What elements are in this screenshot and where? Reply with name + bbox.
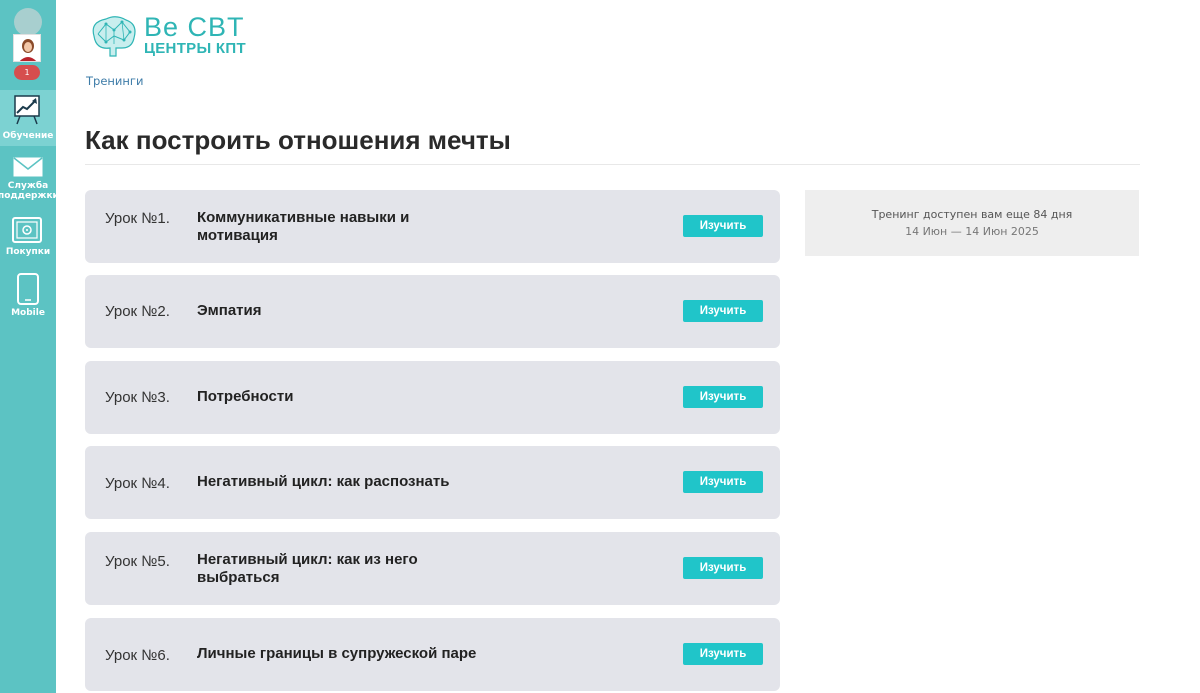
brain-logo-icon (86, 14, 140, 62)
lesson-number: Урок №2. (105, 303, 170, 320)
lesson-title: Негативный цикл: как из него выбраться (197, 551, 418, 586)
user-photo (13, 34, 41, 62)
sidebar-item-label: Покупки (5, 247, 51, 257)
divider (85, 164, 1140, 165)
lesson-title: Негативный цикл: как распознать (197, 473, 450, 490)
study-button[interactable]: Изучить (683, 557, 763, 579)
lesson-card[interactable]: Урок №6. Личные границы в супружеской па… (85, 618, 780, 691)
sidebar: 1 Обучение Служба поддержки Покупки Mobi… (0, 0, 59, 693)
lesson-card[interactable]: Урок №2. Эмпатия Изучить (85, 275, 780, 348)
access-info-panel: Тренинг доступен вам еще 84 дня 14 Июн —… (805, 190, 1139, 256)
lesson-number: Урок №6. (105, 647, 170, 664)
notification-badge[interactable]: 1 (14, 65, 40, 80)
sidebar-item-label: Обучение (2, 131, 54, 141)
lesson-number: Урок №1. (105, 210, 170, 227)
safe-icon (12, 217, 42, 246)
sidebar-item-label: Служба поддержки (0, 181, 59, 201)
lesson-card[interactable]: Урок №4. Негативный цикл: как распознать… (85, 446, 780, 519)
lesson-title: Эмпатия (197, 302, 262, 319)
sidebar-item-training[interactable]: Обучение (0, 90, 56, 146)
access-days-remaining: Тренинг доступен вам еще 84 дня (871, 208, 1073, 221)
lesson-number: Урок №3. (105, 389, 170, 406)
logo-title: Be CBT (144, 12, 245, 42)
logo[interactable]: Be CBT ЦЕНТРЫ КПТ (86, 12, 246, 58)
sidebar-item-support[interactable]: Служба поддержки (0, 150, 59, 206)
logo-subtitle: ЦЕНТРЫ КПТ (144, 40, 246, 57)
lesson-card[interactable]: Урок №5. Негативный цикл: как из него вы… (85, 532, 780, 605)
study-button[interactable]: Изучить (683, 386, 763, 408)
study-button[interactable]: Изучить (683, 300, 763, 322)
lesson-title: Потребности (197, 388, 294, 405)
lesson-card[interactable]: Урок №1. Коммуникативные навыки и мотива… (85, 190, 780, 263)
lesson-title: Коммуникативные навыки и мотивация (197, 209, 410, 244)
study-button[interactable]: Изучить (683, 643, 763, 665)
avatar-placeholder (14, 8, 42, 36)
lesson-title: Личные границы в супружеской паре (197, 645, 477, 662)
breadcrumb[interactable]: Тренинги (86, 74, 143, 88)
lesson-number: Урок №5. (105, 553, 170, 570)
avatar[interactable] (10, 8, 46, 62)
study-button[interactable]: Изучить (683, 215, 763, 237)
page-title: Как построить отношения мечты (85, 125, 511, 155)
lesson-number: Урок №4. (105, 475, 170, 492)
training-chart-icon (14, 95, 40, 128)
lesson-card[interactable]: Урок №3. Потребности Изучить (85, 361, 780, 434)
mail-icon (13, 157, 43, 180)
sidebar-item-label: Mobile (11, 308, 45, 318)
sidebar-item-mobile[interactable]: Mobile (0, 270, 56, 320)
mobile-phone-icon (17, 273, 39, 308)
sidebar-item-purchases[interactable]: Покупки (0, 212, 56, 262)
study-button[interactable]: Изучить (683, 471, 763, 493)
access-date-range: 14 Июн — 14 Июн 2025 (905, 225, 1039, 238)
